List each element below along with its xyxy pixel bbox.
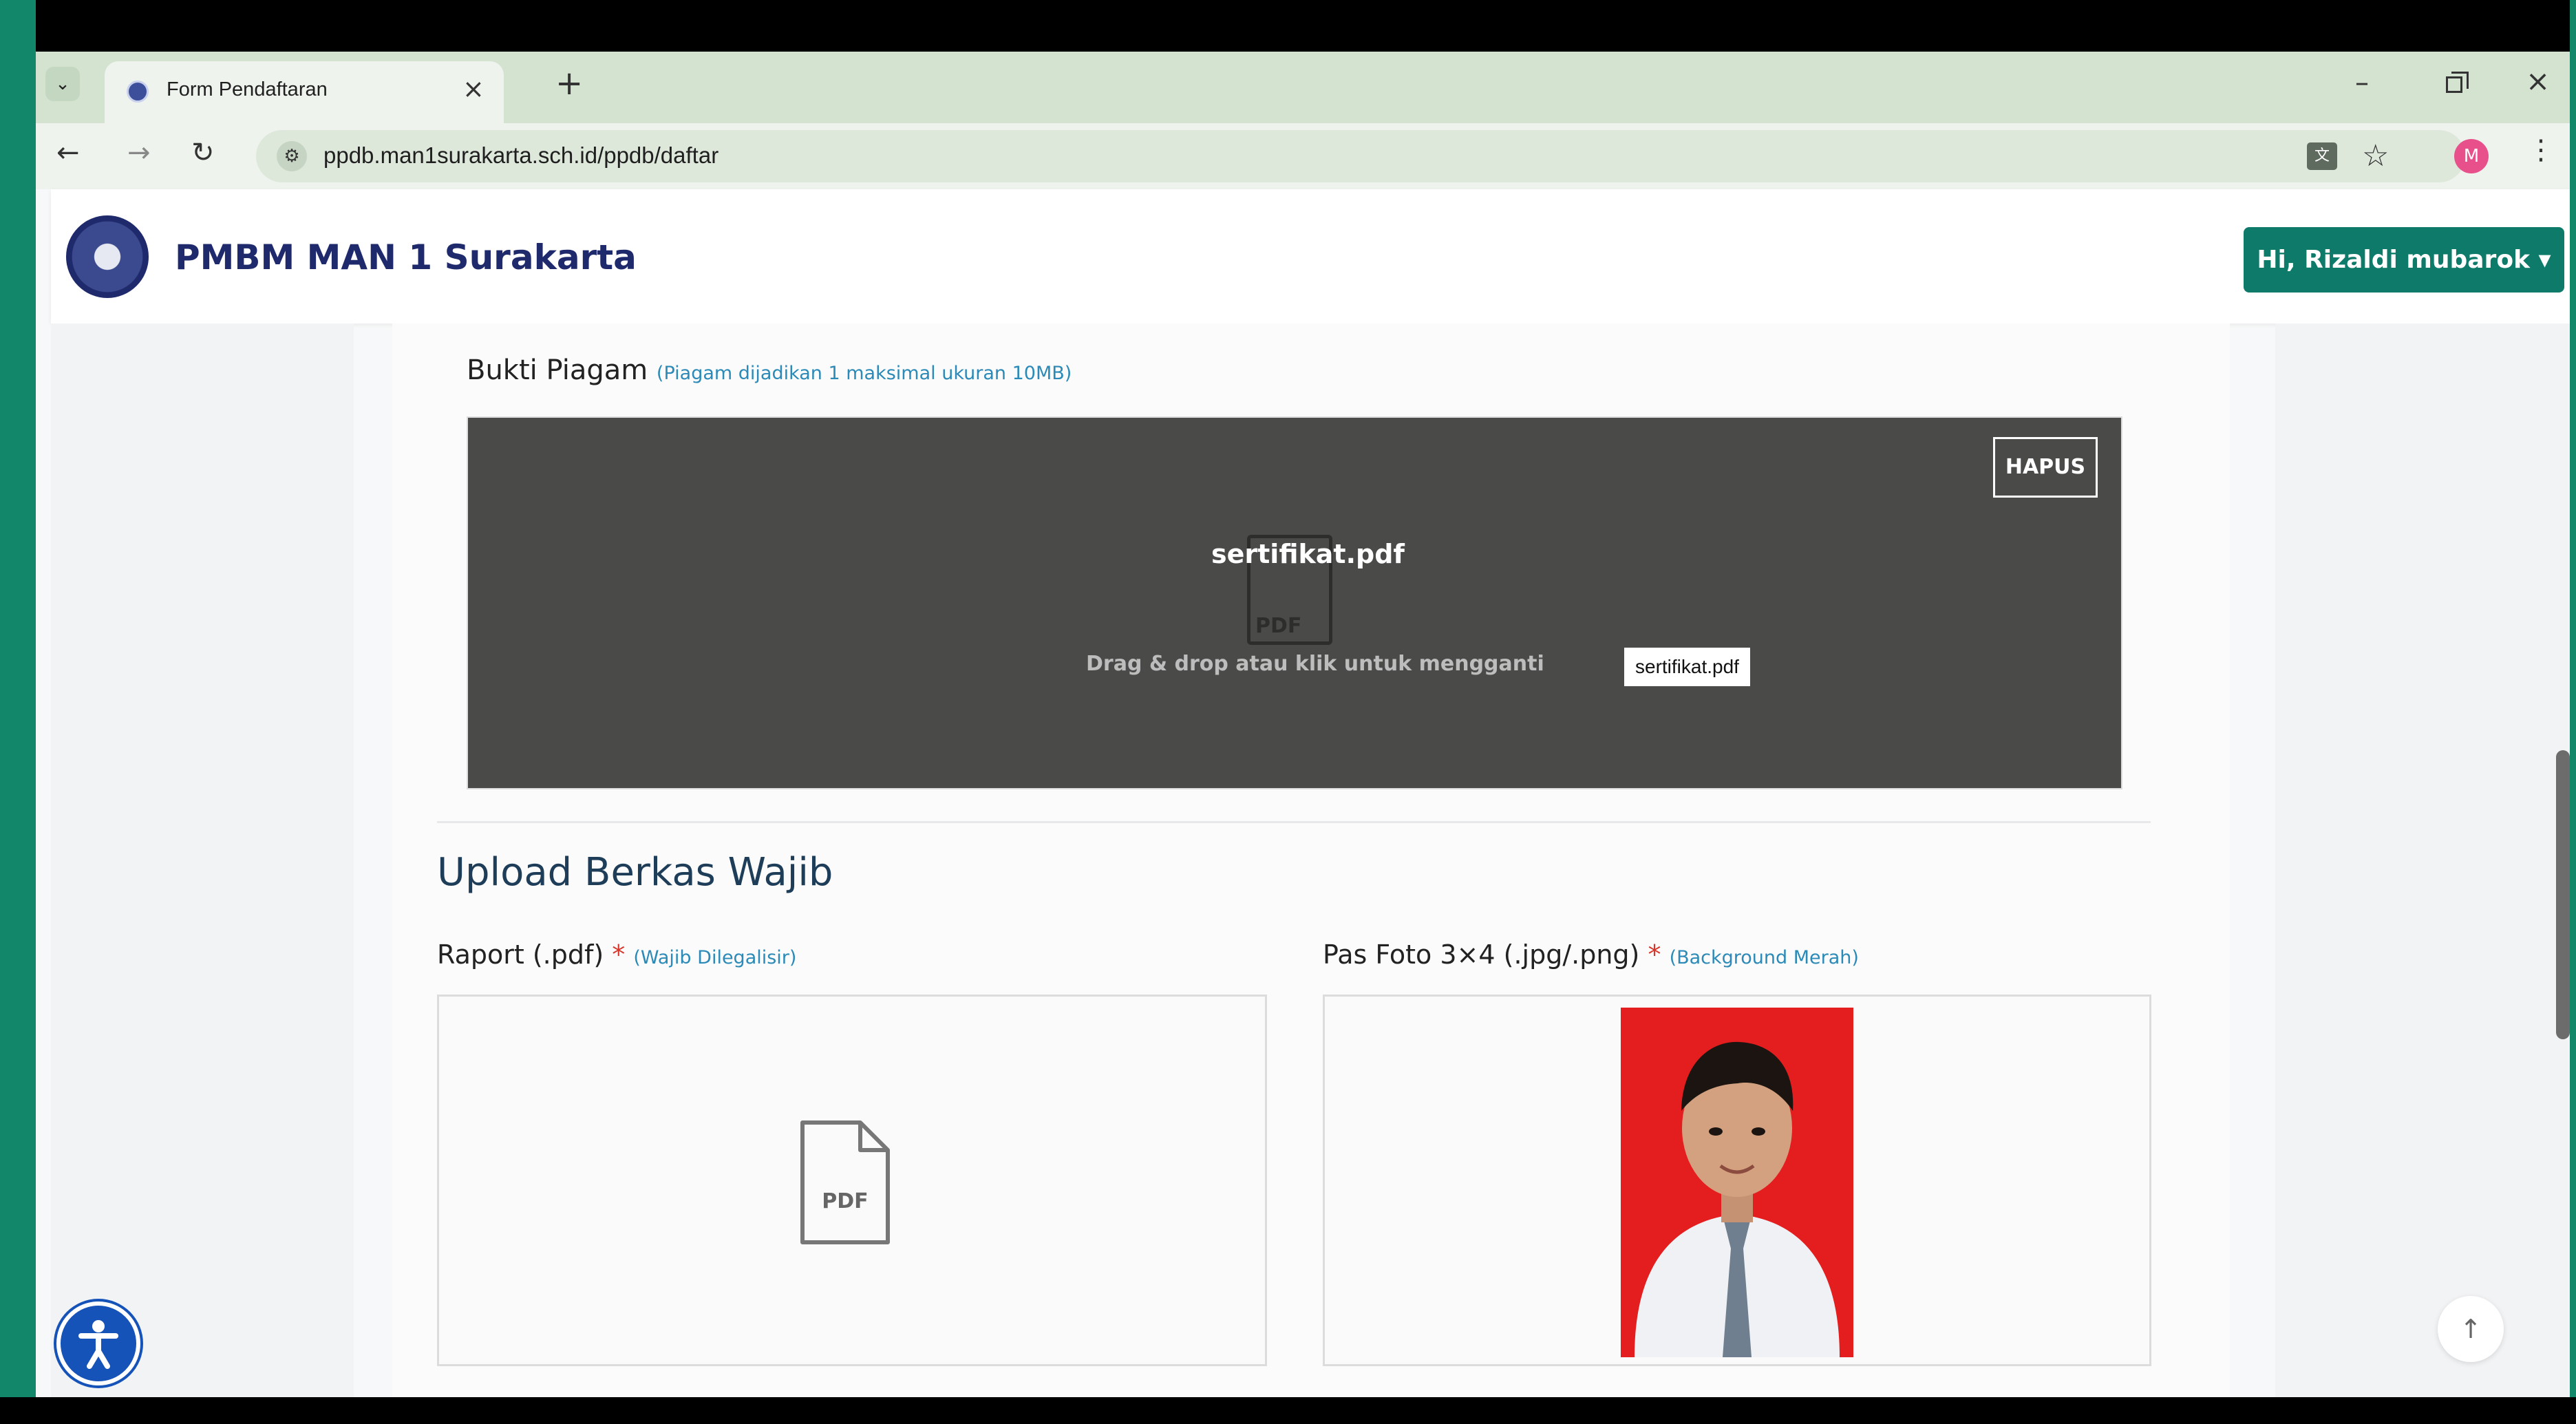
scroll-to-top-arrow-icon[interactable]: ↑	[2438, 1296, 2504, 1362]
tab-search-chevron-down-icon[interactable]: ⌄	[45, 67, 80, 101]
pdf-file-icon: PDF	[800, 1120, 890, 1244]
section-divider	[437, 821, 2151, 823]
uploaded-file-name: sertifikat.pdf	[1211, 539, 1405, 569]
accessibility-icon[interactable]	[56, 1301, 140, 1385]
foto-dropzone[interactable]	[1323, 995, 2151, 1366]
window-close-icon[interactable]: ×	[2526, 64, 2550, 98]
student-portrait-image	[1621, 1008, 1853, 1357]
browser-menu-kebab-icon[interactable]: ⋮	[2527, 134, 2555, 166]
uploaded-photo-preview	[1621, 1008, 1853, 1357]
pdf-icon-label: PDF	[1255, 614, 1302, 638]
url-text[interactable]: ppdb.man1surakarta.sch.id/ppdb/daftar	[323, 142, 718, 169]
bookmark-star-icon[interactable]: ☆	[2362, 138, 2389, 173]
browser-toolbar: ← → ↻ ⚙ ppdb.man1surakarta.sch.id/ppdb/d…	[36, 123, 2570, 189]
outer-black-bottom-band	[0, 1397, 2576, 1424]
forward-arrow-icon[interactable]: →	[127, 137, 151, 169]
raport-label-text: Raport (.pdf)	[437, 939, 604, 970]
piagam-note: (Piagam dijadikan 1 maksimal ukuran 10MB…	[656, 363, 1072, 384]
reload-icon[interactable]: ↻	[191, 137, 215, 169]
window-minimize-icon[interactable]: –	[2355, 67, 2369, 98]
section-title: Upload Berkas Wajib	[437, 850, 833, 895]
window-restore-icon[interactable]	[2446, 72, 2469, 93]
site-brand[interactable]: PMBM MAN 1 Surakarta	[175, 237, 637, 277]
required-asterisk: *	[612, 939, 626, 970]
raport-pdf-icon-label: PDF	[822, 1189, 868, 1213]
site-navbar: PMBM MAN 1 Surakarta Hi, Rizaldi mubarok…	[51, 189, 2570, 323]
new-tab-plus-icon[interactable]: +	[555, 64, 583, 103]
address-bar[interactable]: ⚙ ppdb.man1surakarta.sch.id/ppdb/daftar …	[256, 130, 2465, 182]
raport-dropzone[interactable]: PDF	[437, 995, 1267, 1366]
web-page: PMBM MAN 1 Surakarta Hi, Rizaldi mubarok…	[36, 189, 2570, 1397]
foto-field-label: Pas Foto 3×4 (.jpg/.png) * (Background M…	[1323, 939, 1859, 970]
raport-note: (Wajib Dilegalisir)	[633, 947, 797, 968]
page-background-right	[2275, 323, 2570, 1397]
site-settings-icon[interactable]: ⚙	[277, 141, 307, 171]
school-logo[interactable]	[66, 215, 149, 298]
raport-field-label: Raport (.pdf) * (Wajib Dilegalisir)	[437, 939, 796, 970]
foto-label-text: Pas Foto 3×4 (.jpg/.png)	[1323, 939, 1640, 970]
tab-form-pendaftaran[interactable]: Form Pendaftaran ×	[105, 61, 504, 123]
piagam-dropzone[interactable]: HAPUS PDF sertifikat.pdf Drag & drop ata…	[467, 416, 2122, 789]
accessibility-person-icon	[78, 1320, 118, 1369]
drag-drop-hint: Drag & drop atau klik untuk mengganti	[1086, 652, 1544, 676]
tab-strip: ⌄ Form Pendaftaran × + – ×	[36, 52, 2570, 123]
tab-title: Form Pendaftaran	[167, 78, 328, 100]
piagam-label-text: Bukti Piagam	[467, 354, 648, 386]
delete-file-button[interactable]: HAPUS	[1993, 437, 2098, 498]
piagam-field-label: Bukti Piagam (Piagam dijadikan 1 maksima…	[467, 354, 1072, 386]
outer-green-left-border	[0, 0, 36, 1424]
outer-green-right-border	[2570, 0, 2576, 1424]
page-background-left	[51, 323, 354, 1397]
tab-close-icon[interactable]: ×	[462, 74, 485, 104]
file-name-tooltip: sertifikat.pdf	[1624, 648, 1750, 686]
profile-avatar[interactable]: M	[2454, 139, 2489, 173]
site-favicon-icon	[127, 81, 149, 103]
back-arrow-icon[interactable]: ←	[56, 137, 80, 169]
page-scrollbar[interactable]	[2556, 750, 2570, 1039]
foto-note: (Background Merah)	[1669, 947, 1859, 968]
outer-black-top-band	[0, 0, 2576, 52]
translate-icon[interactable]: 文	[2307, 142, 2337, 170]
user-menu-button[interactable]: Hi, Rizaldi mubarok ▾	[2244, 227, 2564, 293]
browser-window: ⌄ Form Pendaftaran × + – × ← → ↻ ⚙ ppdb.…	[36, 52, 2570, 1397]
required-asterisk: *	[1648, 939, 1661, 970]
